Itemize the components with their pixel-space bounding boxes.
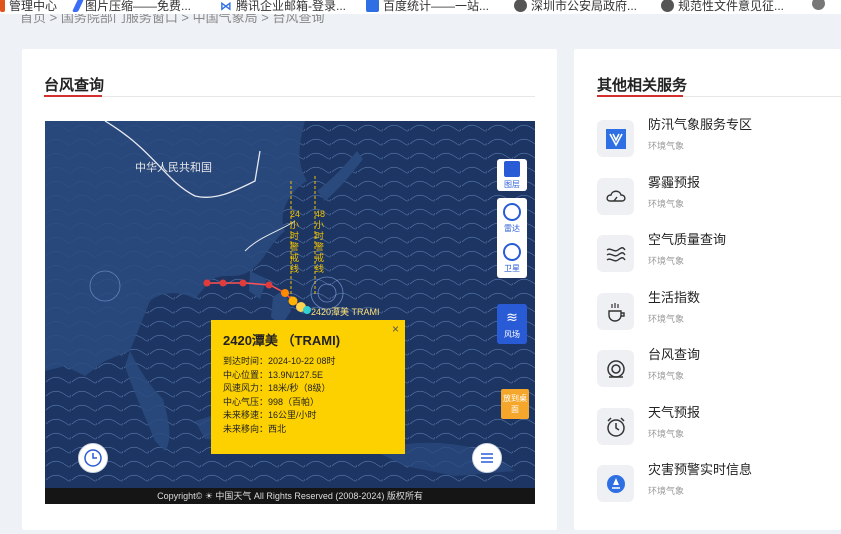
bookmark-label: 规范性文件意见征... [678, 0, 785, 13]
tool-label: 雷达 [504, 223, 520, 233]
haze-icon [597, 178, 634, 215]
title-underline [597, 95, 683, 97]
list-icon [481, 453, 493, 463]
service-item-typhoon[interactable]: 台风查询 环境气象 [597, 344, 837, 394]
layers-button[interactable]: 图层 [497, 159, 527, 191]
bookmark-item-docs[interactable]: 规范性文件意见征... [661, 0, 784, 14]
flood-icon [597, 120, 634, 157]
breadcrumb: 首页 > 国务院部门服务窗口 > 中国气象局 > 台风查询 [20, 14, 325, 25]
layers-icon [504, 160, 520, 177]
related-services-panel: 其他相关服务 防汛气象服务专区 环境气象 雾霾预报 环境气象 空气质量查询 环境… [574, 49, 841, 530]
radar-icon [503, 202, 521, 221]
bookmark-label: 管理中心 [9, 0, 58, 13]
service-item-weather-forecast[interactable]: 天气预报 环境气象 [597, 402, 837, 452]
future-speed: 未来移速：16公里/小时 [223, 410, 317, 420]
bookmark-label: 图片压缩——免费... [85, 0, 192, 13]
add-to-desktop-button[interactable]: 放到桌面 [501, 389, 529, 419]
title-underline [44, 95, 102, 97]
compress-icon [71, 0, 85, 12]
future-direction: 未来移向：西北 [223, 423, 287, 434]
service-name: 生活指数 [648, 290, 701, 305]
service-name: 防汛气象服务专区 [648, 117, 753, 132]
typhoon-name: 2420潭美 （TRAMI) [223, 333, 341, 348]
center-position: 中心位置：13.9N/127.5E [223, 369, 324, 380]
tool-label: 图层 [504, 179, 520, 189]
tool-label: 风场 [504, 329, 520, 339]
satellite-icon [503, 242, 521, 261]
timeline-button[interactable] [78, 443, 108, 473]
service-category: 环境气象 [648, 486, 685, 496]
storm-name-label[interactable]: 2420潭美 TRAMI [311, 305, 380, 318]
typhoon-icon [597, 350, 634, 387]
globe-icon [514, 0, 527, 12]
typhoon-map[interactable]: 中华人民共和国 24小时警戒线 48小时警戒线 2420潭美 TRAMI 图层 … [45, 121, 535, 504]
divider [44, 96, 535, 97]
bookmark-label: 百度统计——一站... [383, 0, 490, 13]
center-pressure: 中心气压：998（百帕） [223, 396, 320, 407]
service-item-disaster-warning[interactable]: 灾害预警实时信息 环境气象 [597, 459, 837, 509]
map-copyright: Copyright© ☀ 中国天气 All Rights Reserved (2… [45, 488, 535, 504]
bookmark-item-mail[interactable]: ⋈ 腾讯企业邮箱-登录... [220, 0, 346, 14]
panel-title: 其他相关服务 [597, 77, 688, 94]
arrival-time: 到达时间：2024-10-22 08时 [223, 356, 336, 366]
service-item-life-index[interactable]: 生活指数 环境气象 [597, 287, 837, 337]
service-name: 灾害预警实时信息 [648, 462, 753, 477]
service-category: 环境气象 [648, 371, 685, 381]
service-category: 环境气象 [648, 256, 685, 266]
tool-label: 卫星 [504, 263, 520, 273]
bookmark-item-compress[interactable]: 图片压缩——免费... [71, 0, 192, 14]
bookmarks-bar: 管理中心 图片压缩——免费... ⋈ 腾讯企业邮箱-登录... 百度统计——一站… [0, 0, 841, 14]
overlay-tool-group: 雷达 卫星 [497, 198, 527, 278]
wind-tool-group: ≋ 风场 [497, 304, 527, 344]
service-category: 环境气象 [648, 314, 685, 324]
service-name: 台风查询 [648, 347, 701, 362]
extension-icon [812, 0, 825, 10]
radar-button[interactable]: 雷达 [497, 198, 527, 238]
wind-speed: 风速风力：18米/秒（8级） [223, 383, 331, 393]
panel-title: 台风查询 [44, 77, 105, 94]
typhoon-info-popup: × 2420潭美 （TRAMI) 到达时间：2024-10-22 08时 中心位… [211, 320, 405, 454]
service-name: 天气预报 [648, 405, 701, 420]
bookmark-item-extra[interactable] [812, 0, 825, 10]
life-index-icon [597, 293, 634, 330]
satellite-button[interactable]: 卫星 [497, 238, 527, 278]
typhoon-query-panel: 台风查询 中华人民共和国 24小时警戒线 48小时警戒线 2420潭美 TRAM… [22, 49, 557, 530]
forecast-48h-label: 48小时警戒线 [315, 209, 326, 274]
bookmark-item-baidu[interactable]: 百度统计——一站... [366, 0, 489, 14]
service-category: 环境气象 [648, 429, 685, 439]
close-icon[interactable]: × [392, 322, 399, 336]
mail-icon: ⋈ [220, 0, 232, 13]
bookmark-item-police[interactable]: 深圳市公安局政府... [514, 0, 637, 14]
baidu-stats-icon [366, 0, 379, 12]
layer-tool-group: 图层 [497, 159, 527, 191]
alarm-clock-icon [597, 408, 634, 445]
map-country-label: 中华人民共和国 [135, 162, 212, 174]
list-button[interactable] [472, 443, 502, 473]
bookmark-item-admin[interactable]: 管理中心 [0, 0, 57, 14]
service-category: 环境气象 [648, 141, 685, 151]
bookmark-label: 深圳市公安局政府... [531, 0, 638, 13]
service-name: 雾霾预报 [648, 175, 701, 190]
service-item-air-quality[interactable]: 空气质量查询 环境气象 [597, 229, 837, 279]
forecast-24h-label: 24小时警戒线 [290, 209, 301, 274]
wind-field-icon: ≋ [506, 308, 518, 325]
bookmark-icon [0, 0, 5, 12]
wind-field-button[interactable]: ≋ 风场 [497, 304, 527, 344]
service-name: 空气质量查询 [648, 232, 727, 247]
bookmark-label: 腾讯企业邮箱-登录... [236, 0, 346, 13]
service-item-flood[interactable]: 防汛气象服务专区 环境气象 [597, 114, 837, 164]
service-item-haze[interactable]: 雾霾预报 环境气象 [597, 172, 837, 222]
service-category: 环境气象 [648, 199, 685, 209]
clock-icon [84, 449, 102, 467]
air-quality-icon [597, 235, 634, 272]
warning-icon [597, 465, 634, 502]
globe-icon [661, 0, 674, 12]
